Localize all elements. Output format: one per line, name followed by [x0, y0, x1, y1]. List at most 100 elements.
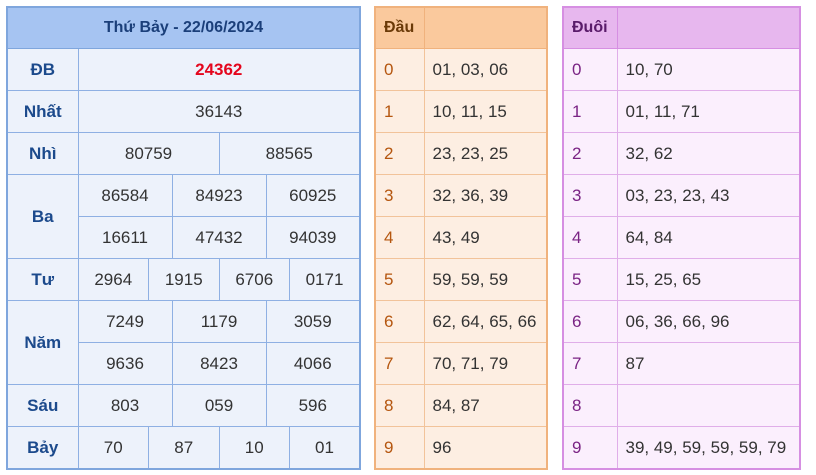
duoi-digit: 3 — [562, 174, 618, 217]
dau-digit: 7 — [374, 342, 425, 385]
dau-digit: 9 — [374, 426, 425, 470]
dau-row: 9 96 — [374, 426, 548, 470]
duoi-values: 01, 11, 71 — [616, 90, 801, 133]
duoi-digit: 9 — [562, 426, 618, 470]
duoi-digit: 7 — [562, 342, 618, 385]
dau-values: 23, 23, 25 — [423, 132, 548, 175]
prize-value-sau: 596 — [265, 384, 361, 427]
prize-value-nam: 7249 — [77, 300, 173, 343]
dau-row: 5 59, 59, 59 — [374, 258, 548, 301]
prize-value-tu: 1915 — [148, 258, 220, 301]
dau-values: 84, 87 — [423, 384, 548, 427]
prize-value-ba: 94039 — [265, 216, 361, 259]
duoi-row: 2 32, 62 — [562, 132, 801, 175]
duoi-digit: 5 — [562, 258, 618, 301]
prize-row-bay: Bảy 70 87 10 01 — [6, 426, 361, 470]
duoi-values: 10, 70 — [616, 48, 801, 91]
dau-header-row: Đầu — [374, 6, 548, 49]
prize-row-nhi: Nhì 80759 88565 — [6, 132, 361, 175]
duoi-digit: 2 — [562, 132, 618, 175]
duoi-digit: 4 — [562, 216, 618, 259]
dau-digit: 2 — [374, 132, 425, 175]
dau-row: 2 23, 23, 25 — [374, 132, 548, 175]
prize-label-ba: Ba — [6, 174, 79, 259]
prize-value-tu: 6706 — [218, 258, 290, 301]
duoi-digit: 6 — [562, 300, 618, 343]
prize-value-ba: 86584 — [77, 174, 173, 217]
lottery-results-table: Thứ Bảy - 22/06/2024 ĐB 24362 Nhất 36143… — [6, 6, 361, 470]
prize-value-ba: 47432 — [171, 216, 267, 259]
duoi-values: 87 — [616, 342, 801, 385]
dau-digit: 3 — [374, 174, 425, 217]
duoi-header-row: Đuôi — [562, 6, 801, 49]
dau-values: 01, 03, 06 — [423, 48, 548, 91]
dau-row: 7 70, 71, 79 — [374, 342, 548, 385]
prize-value-bay: 10 — [218, 426, 290, 470]
prize-row-nam: Năm 7249 1179 3059 — [6, 300, 361, 385]
dau-row: 3 32, 36, 39 — [374, 174, 548, 217]
prize-value-nam: 4066 — [265, 342, 361, 385]
dau-values: 32, 36, 39 — [423, 174, 548, 217]
dau-values: 43, 49 — [423, 216, 548, 259]
dau-digit: 1 — [374, 90, 425, 133]
prize-row-nhat: Nhất 36143 — [6, 90, 361, 133]
dau-values: 62, 64, 65, 66 — [423, 300, 548, 343]
dau-values: 96 — [423, 426, 548, 470]
prize-value-nhi: 88565 — [218, 132, 361, 175]
duoi-row: 6 06, 36, 66, 96 — [562, 300, 801, 343]
prize-value-bay: 87 — [148, 426, 220, 470]
prize-label-bay: Bảy — [6, 426, 79, 470]
dau-row: 0 01, 03, 06 — [374, 48, 548, 91]
prize-label-nhi: Nhì — [6, 132, 79, 175]
duoi-header: Đuôi — [562, 6, 618, 49]
prize-value-bay: 01 — [289, 426, 361, 470]
duoi-table: Đuôi 0 10, 70 1 01, 11, 71 2 32, 62 3 03, 23… — [562, 6, 801, 470]
dau-table: Đầu 0 01, 03, 06 1 10, 11, 15 2 23, 23, 25 … — [374, 6, 548, 470]
duoi-row: 5 15, 25, 65 — [562, 258, 801, 301]
duoi-row: 4 64, 84 — [562, 216, 801, 259]
duoi-values: 32, 62 — [616, 132, 801, 175]
duoi-row: 0 10, 70 — [562, 48, 801, 91]
prize-label-nhat: Nhất — [6, 90, 79, 133]
duoi-values: 03, 23, 23, 43 — [616, 174, 801, 217]
prize-value-nam: 8423 — [171, 342, 267, 385]
prize-value-nhi: 80759 — [77, 132, 220, 175]
dau-values: 70, 71, 79 — [423, 342, 548, 385]
prize-label-sau: Sáu — [6, 384, 79, 427]
dau-row: 1 10, 11, 15 — [374, 90, 548, 133]
duoi-values: 06, 36, 66, 96 — [616, 300, 801, 343]
dau-digit: 6 — [374, 300, 425, 343]
dau-digit: 8 — [374, 384, 425, 427]
duoi-header-blank — [616, 6, 801, 49]
prize-value-nhat: 36143 — [77, 90, 361, 133]
duoi-digit: 1 — [562, 90, 618, 133]
duoi-row: 3 03, 23, 23, 43 — [562, 174, 801, 217]
duoi-row: 7 87 — [562, 342, 801, 385]
results-header-row: Thứ Bảy - 22/06/2024 — [6, 6, 361, 49]
dau-values: 10, 11, 15 — [423, 90, 548, 133]
duoi-values: 39, 49, 59, 59, 59, 79 — [616, 426, 801, 470]
dau-header-blank — [423, 6, 548, 49]
prize-row-sau: Sáu 803 059 596 — [6, 384, 361, 427]
prize-value-nam: 9636 — [77, 342, 173, 385]
duoi-values: 15, 25, 65 — [616, 258, 801, 301]
prize-value-ba: 60925 — [265, 174, 361, 217]
dau-digit: 4 — [374, 216, 425, 259]
prize-value-bay: 70 — [77, 426, 149, 470]
duoi-values — [616, 384, 801, 427]
duoi-row: 8 — [562, 384, 801, 427]
duoi-row: 9 39, 49, 59, 59, 59, 79 — [562, 426, 801, 470]
dau-row: 8 84, 87 — [374, 384, 548, 427]
prize-row-db: ĐB 24362 — [6, 48, 361, 91]
duoi-digit: 8 — [562, 384, 618, 427]
prize-value-tu: 2964 — [77, 258, 149, 301]
prize-label-nam: Năm — [6, 300, 79, 385]
prize-value-ba: 84923 — [171, 174, 267, 217]
prize-label-tu: Tư — [6, 258, 79, 301]
duoi-values: 64, 84 — [616, 216, 801, 259]
dau-digit: 0 — [374, 48, 425, 91]
prize-value-nam: 1179 — [171, 300, 267, 343]
dau-row: 6 62, 64, 65, 66 — [374, 300, 548, 343]
dau-header: Đầu — [374, 6, 425, 49]
dau-row: 4 43, 49 — [374, 216, 548, 259]
